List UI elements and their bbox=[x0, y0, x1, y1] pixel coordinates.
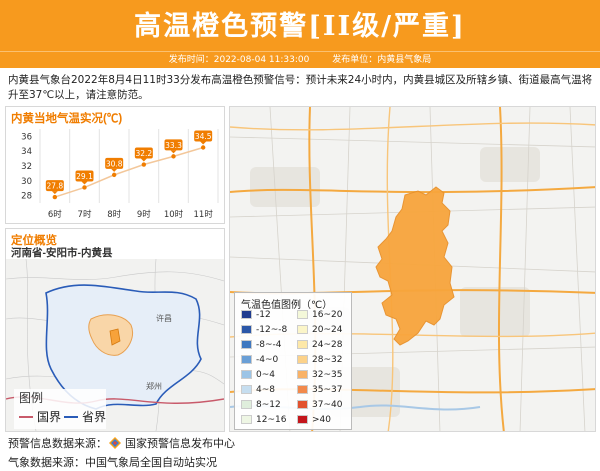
legend-swatch: 4~8 bbox=[241, 384, 275, 395]
data-point bbox=[141, 162, 147, 167]
legend-swatch: 28~32 bbox=[297, 354, 342, 365]
warning-center-logo-icon bbox=[109, 437, 121, 449]
warning-source-label: 预警信息数据来源： bbox=[8, 437, 107, 450]
y-tick-label: 32 bbox=[21, 162, 32, 172]
data-label: 30.8 bbox=[106, 159, 123, 168]
weather-source-line: 气象数据来源：中国气象局全国自动站实况 bbox=[8, 454, 217, 470]
data-label: 33.3 bbox=[165, 141, 182, 150]
y-tick-label: 36 bbox=[21, 132, 32, 142]
data-label-pointer bbox=[200, 141, 207, 145]
x-tick-label: 11时 bbox=[194, 209, 214, 220]
data-label: 27.8 bbox=[46, 182, 63, 191]
data-label: 29.1 bbox=[76, 172, 93, 181]
x-tick-label: 9时 bbox=[137, 209, 151, 220]
temperature-chart: 28 30 32 34 36 6时 7时 8时 9时 10时 11时 27.8 29.1 30.8 32.2… bbox=[21, 129, 219, 220]
legend-swatch: 8~12 bbox=[241, 399, 281, 410]
data-point bbox=[52, 194, 58, 200]
warning-title: 高温橙色预警[II级/严重] bbox=[134, 11, 466, 42]
city-label-zhengzhou: 郑州 bbox=[146, 381, 162, 391]
legend-swatch: 0~4 bbox=[241, 369, 275, 380]
y-tick-label: 30 bbox=[21, 177, 32, 187]
warning-source-line: 预警信息数据来源： 国家预警信息发布中心 bbox=[8, 435, 235, 451]
data-point bbox=[171, 154, 176, 159]
legend-swatch: >40 bbox=[297, 414, 331, 425]
legend-swatch: 37~40 bbox=[297, 399, 342, 410]
legend-swatch: 12~16 bbox=[241, 414, 286, 425]
location-panel: 定位概览 河南省-安阳市-内黄县 许昌 郑州 图例 国界 省界 bbox=[5, 228, 225, 432]
legend-swatch: 20~24 bbox=[297, 324, 342, 335]
data-label-pointer bbox=[51, 191, 58, 195]
legend-swatch: 32~35 bbox=[297, 369, 342, 380]
data-label: 32.2 bbox=[135, 149, 152, 158]
city-label-xuchang: 许昌 bbox=[156, 313, 172, 323]
data-label-pointer bbox=[170, 150, 177, 154]
temperature-map-panel: 气温色值图例（℃） -12 -12~-8 -8~-4 -4~0 0~4 4~8 … bbox=[229, 106, 596, 432]
location-legend: 图例 国界 省界 bbox=[14, 389, 106, 429]
data-point bbox=[200, 145, 206, 150]
publish-time: 发布时间：2022-08-04 11:33:00 bbox=[168, 55, 310, 65]
legend-item-provincial-border: 省界 bbox=[64, 408, 106, 425]
meta-bar: 发布时间：2022-08-04 11:33:00 发布单位：内黄县气象局 bbox=[0, 51, 600, 68]
warning-description: 内黄县气象台2022年8月4日11时33分发布高温橙色预警信号：预计未来24小时… bbox=[8, 74, 593, 101]
location-legend-title: 图例 bbox=[19, 391, 44, 405]
legend-swatch: 35~37 bbox=[297, 384, 342, 395]
legend-swatch: 24~28 bbox=[297, 339, 342, 350]
temperature-color-legend: 气温色值图例（℃） -12 -12~-8 -8~-4 -4~0 0~4 4~8 … bbox=[234, 292, 352, 430]
legend-swatch: -8~-4 bbox=[241, 339, 282, 350]
temperature-panel: 内黄当地气温实况(℃) 28 30 32 34 36 6时 7时 8时 9时 10时 11时 27.8… bbox=[5, 106, 225, 224]
data-label-pointer bbox=[111, 168, 118, 172]
data-point bbox=[82, 185, 87, 190]
x-tick-label: 10时 bbox=[164, 209, 184, 220]
legend-item-national-border: 国界 bbox=[19, 408, 61, 425]
legend-swatch: -12~-8 bbox=[241, 324, 287, 335]
x-tick-label: 8时 bbox=[107, 209, 121, 220]
warning-header: 高温橙色预警[II级/严重] bbox=[0, 0, 600, 51]
warning-source-name: 国家预警信息发布中心 bbox=[125, 437, 235, 450]
data-label-pointer bbox=[140, 158, 147, 162]
data-label: 34.5 bbox=[195, 132, 212, 141]
weather-source-text: 气象数据来源：中国气象局全国自动站实况 bbox=[8, 456, 217, 469]
data-point bbox=[111, 172, 117, 178]
location-path: 河南省-安阳市-内黄县 bbox=[11, 247, 113, 259]
legend-swatch: -4~0 bbox=[241, 354, 278, 365]
legend-swatch: 16~20 bbox=[297, 309, 342, 320]
y-tick-label: 28 bbox=[21, 192, 32, 202]
y-tick-label: 34 bbox=[21, 147, 32, 157]
x-tick-label: 6时 bbox=[48, 209, 62, 220]
x-tick-label: 7时 bbox=[78, 209, 92, 220]
data-label-pointer bbox=[81, 181, 88, 185]
publisher: 发布单位：内黄县气象局 bbox=[332, 55, 432, 65]
legend-swatch: -12 bbox=[241, 309, 271, 320]
